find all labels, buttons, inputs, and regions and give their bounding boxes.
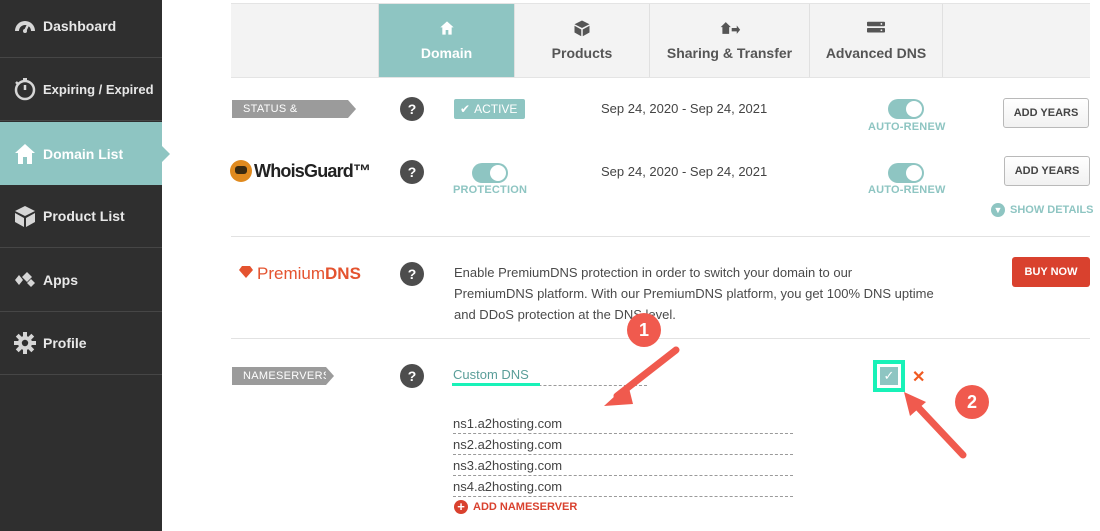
annotation-arrows: [604, 346, 967, 459]
annotation-marker-1: 1: [627, 313, 661, 347]
app-root: Dashboard Expiring / Expired Domain List…: [0, 0, 1100, 531]
annotation-marker-2: 2: [955, 385, 989, 419]
